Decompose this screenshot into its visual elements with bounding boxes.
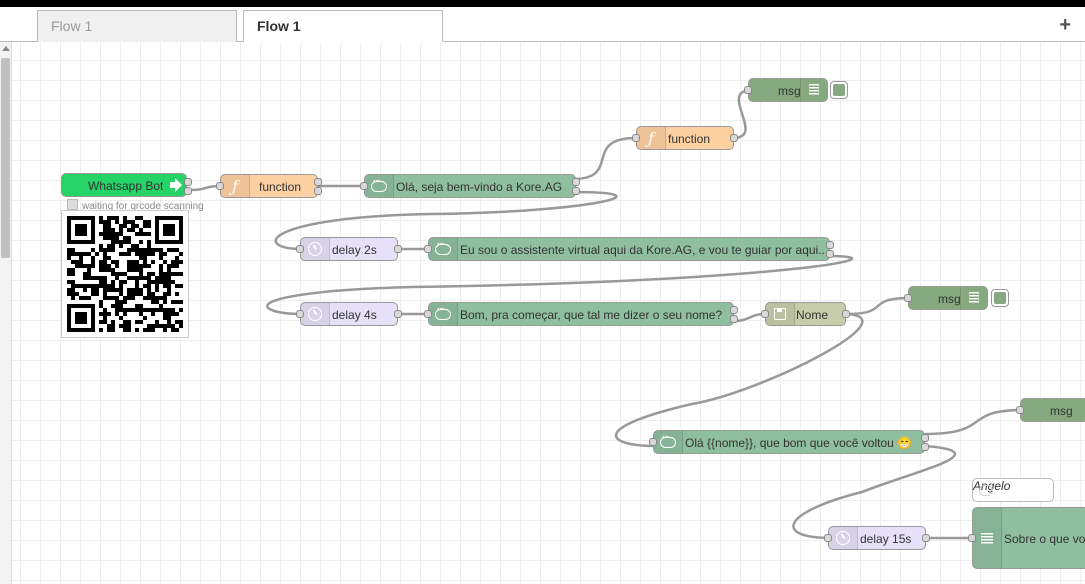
- node-label: Olá {{nome}}, que bom que você voltou 😁: [685, 436, 913, 450]
- floppy-icon: [766, 303, 794, 325]
- function-node[interactable]: ƒ function: [632, 126, 738, 150]
- debug-node[interactable]: msg: [1016, 398, 1085, 422]
- debug-list-icon: [800, 79, 827, 101]
- output-port[interactable]: [730, 134, 738, 142]
- output-port[interactable]: [922, 534, 930, 542]
- function-icon: ƒ: [648, 128, 654, 148]
- wire: [924, 408, 1023, 436]
- input-port[interactable]: [744, 86, 752, 94]
- wire: [792, 444, 957, 540]
- whatsapp-bot-node[interactable]: Whatsapp Bot: [61, 173, 192, 197]
- status-dot-icon: [67, 199, 78, 210]
- wire: [614, 312, 864, 448]
- chat-node-assistant[interactable]: Eu sou o assistente virtual aqui da Kore…: [424, 237, 834, 261]
- window-top-edge: [0, 0, 1085, 7]
- chat-bubble-icon: [429, 303, 457, 325]
- node-label: Olá, seja bem-vindo a Kore.AG: [396, 180, 563, 194]
- clock-icon: [301, 238, 329, 260]
- output-port[interactable]: [730, 315, 738, 323]
- output-port[interactable]: [730, 306, 738, 314]
- wire: [572, 136, 637, 181]
- comment-icon: [979, 485, 993, 496]
- menu-list-icon: [973, 508, 1001, 568]
- input-port[interactable]: [360, 182, 368, 190]
- chat-node-welcome[interactable]: Olá, seja bem-vindo a Kore.AG: [360, 174, 580, 198]
- chat-node-greeting[interactable]: Olá {{nome}}, que bom que você voltou 😁: [649, 430, 929, 454]
- output-port[interactable]: [394, 245, 402, 253]
- output-port[interactable]: [314, 187, 322, 195]
- qr-code-image: [67, 216, 183, 332]
- input-port[interactable]: [424, 245, 432, 253]
- wire: [845, 296, 911, 316]
- debug-toggle-button[interactable]: [830, 81, 848, 99]
- clock-icon: [829, 527, 857, 549]
- input-port[interactable]: [824, 534, 832, 542]
- debug-node[interactable]: msg: [744, 78, 828, 102]
- tab-flow-1-active[interactable]: Flow 1: [243, 10, 443, 43]
- function-node[interactable]: ƒ function: [216, 174, 322, 198]
- node-label: delay 4s: [332, 308, 377, 322]
- output-port[interactable]: [314, 178, 322, 186]
- node-label: msg: [938, 292, 961, 306]
- output-port[interactable]: [184, 178, 192, 186]
- tab-flow-1[interactable]: Flow 1: [37, 10, 237, 42]
- chat-bubble-icon: [365, 175, 393, 197]
- input-port[interactable]: [424, 310, 432, 318]
- flow-canvas[interactable]: Whatsapp Bot waiting for qrcode scanning…: [12, 42, 1085, 584]
- scrollbar-thumb[interactable]: [1, 58, 10, 258]
- output-port[interactable]: [826, 241, 834, 249]
- node-label: Nome: [796, 308, 829, 322]
- chat-bubble-icon: [429, 238, 457, 260]
- input-port[interactable]: [968, 534, 976, 542]
- output-port[interactable]: [921, 443, 929, 451]
- delay-node[interactable]: delay 2s: [296, 237, 402, 261]
- whatsapp-arrow-icon: [170, 178, 182, 192]
- chat-bubble-icon: [654, 431, 682, 453]
- input-port[interactable]: [904, 294, 912, 302]
- node-label: msg: [1050, 404, 1073, 418]
- output-port[interactable]: [572, 178, 580, 186]
- node-label: delay 2s: [332, 243, 377, 257]
- debug-list-icon: [960, 287, 987, 309]
- list-node-about[interactable]: Sobre o que você: [968, 507, 1085, 569]
- node-label: function: [668, 132, 711, 146]
- vertical-scrollbar[interactable]: [0, 42, 12, 584]
- output-port[interactable]: [921, 434, 929, 442]
- delay-node[interactable]: delay 4s: [296, 302, 402, 326]
- input-port[interactable]: [632, 134, 640, 142]
- node-label: Eu sou o assistente virtual aqui da Kore…: [460, 243, 825, 257]
- node-label: function: [259, 180, 302, 194]
- comment-node[interactable]: Angelo: [972, 478, 1054, 502]
- debug-toggle-button[interactable]: [991, 289, 1009, 307]
- output-port[interactable]: [826, 250, 834, 258]
- node-label: Sobre o que você: [1004, 532, 1085, 546]
- chat-node-ask-name[interactable]: Bom, pra começar, que tal me dizer o seu…: [424, 302, 738, 326]
- input-port[interactable]: [1016, 406, 1024, 414]
- debug-node[interactable]: msg: [904, 286, 988, 310]
- node-label: delay 15s: [860, 532, 912, 546]
- output-port[interactable]: [184, 187, 192, 195]
- add-tab-button[interactable]: +: [1059, 15, 1071, 35]
- node-label: Whatsapp Bot: [88, 179, 164, 193]
- input-port[interactable]: [296, 310, 304, 318]
- scroll-up-icon[interactable]: [2, 46, 10, 51]
- qr-code: [61, 210, 189, 338]
- function-icon: ƒ: [232, 176, 238, 196]
- input-port[interactable]: [761, 310, 769, 318]
- change-node-nome[interactable]: Nome: [761, 302, 850, 326]
- node-label: Bom, pra começar, que tal me dizer o seu…: [460, 308, 723, 322]
- clock-icon: [301, 303, 329, 325]
- output-port[interactable]: [572, 187, 580, 195]
- node-label: msg: [778, 84, 801, 98]
- workspace-tab-bar: Flow 1 Flow 1 +: [0, 7, 1085, 43]
- output-port[interactable]: [394, 310, 402, 318]
- input-port[interactable]: [649, 438, 657, 446]
- delay-node[interactable]: delay 15s: [824, 526, 930, 550]
- input-port[interactable]: [216, 182, 224, 190]
- output-port[interactable]: [842, 310, 850, 318]
- input-port[interactable]: [296, 245, 304, 253]
